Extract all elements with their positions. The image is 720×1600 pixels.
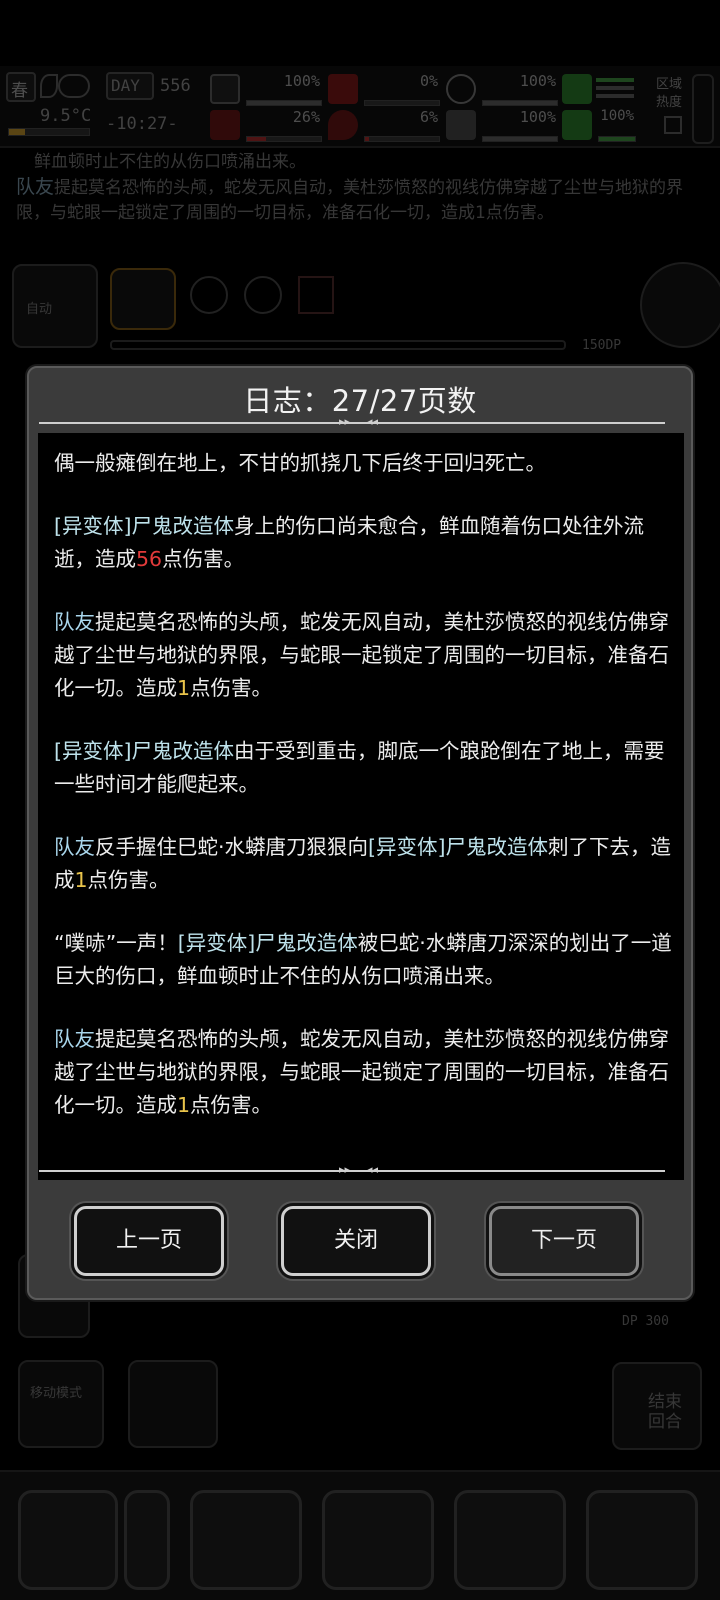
bottom-divider: ▸▸ ◂◂ <box>39 1163 665 1176</box>
log-text: 点伤害。 <box>162 547 245 571</box>
log-red-text: 56 <box>136 547 163 571</box>
top-divider: ▸▸ ◂◂ <box>39 415 665 428</box>
log-content-area[interactable]: 偶一般瘫倒在地上，不甘的抓挠几下后终于回归死亡。 [异变体]尸鬼改造体身上的伤口尚… <box>38 433 684 1180</box>
log-entry: 队友提起莫名恐怖的头颅，蛇发无风自动，美杜莎愤怒的视线仿佛穿越了尘世与地狱的界限… <box>54 606 672 705</box>
log-tag-text: [异变体]尸鬼改造体 <box>368 835 549 859</box>
log-text: “噗哧”一声！ <box>54 931 178 955</box>
log-text: 提起莫名恐怖的头颅，蛇发无风自动，美杜莎愤怒的视线仿佛穿越了尘世与地狱的界限，与… <box>54 1027 669 1117</box>
log-gold-text: 1 <box>74 868 88 892</box>
log-dialog: 日志：27/27页数 ▸▸ ◂◂ 偶一般瘫倒在地上，不甘的抓挠几下后终于回归死亡。… <box>27 366 693 1300</box>
log-text: 点伤害。 <box>87 868 170 892</box>
next-page-button[interactable]: 下一页 <box>489 1206 639 1276</box>
log-text: 反手握住巳蛇·水蟒唐刀狠狠向 <box>95 835 369 859</box>
log-text: 偶一般瘫倒在地上，不甘的抓挠几下后终于回归死亡。 <box>54 451 546 475</box>
log-entries: 偶一般瘫倒在地上，不甘的抓挠几下后终于回归死亡。 [异变体]尸鬼改造体身上的伤口尚… <box>54 447 672 1152</box>
log-gold-text: 1 <box>177 676 191 700</box>
log-tag-text: [异变体]尸鬼改造体 <box>54 739 234 763</box>
log-tag-text: [异变体]尸鬼改造体 <box>177 931 358 955</box>
log-tag-text: [异变体]尸鬼改造体 <box>54 514 234 538</box>
log-entry: 偶一般瘫倒在地上，不甘的抓挠几下后终于回归死亡。 <box>54 447 672 480</box>
dialog-title: 日志：27/27页数 <box>243 384 477 418</box>
log-entry: 队友提起莫名恐怖的头颅，蛇发无风自动，美杜莎愤怒的视线仿佛穿越了尘世与地狱的界限… <box>54 1023 672 1122</box>
log-team-text: 队友 <box>54 610 95 634</box>
log-entry: [异变体]尸鬼改造体身上的伤口尚未愈合，鲜血随着伤口处往外流逝，造成56点伤害。 <box>54 510 672 576</box>
log-entry: “噗哧”一声！[异变体]尸鬼改造体被巳蛇·水蟒唐刀深深的划出了一道巨大的伤口，鲜… <box>54 927 672 993</box>
close-button[interactable]: 关闭 <box>281 1206 431 1276</box>
log-team-text: 队友 <box>54 1027 95 1051</box>
log-text: 提起莫名恐怖的头颅，蛇发无风自动，美杜莎愤怒的视线仿佛穿越了尘世与地狱的界限，与… <box>54 610 669 700</box>
log-text: 点伤害。 <box>190 676 273 700</box>
log-text: 点伤害。 <box>190 1093 273 1117</box>
log-entry: [异变体]尸鬼改造体由于受到重击，脚底一个踉跄倒在了地上，需要一些时间才能爬起来… <box>54 735 672 801</box>
prev-page-button[interactable]: 上一页 <box>74 1206 224 1276</box>
log-entry: 队友反手握住巳蛇·水蟒唐刀狠狠向[异变体]尸鬼改造体刺了下去，造成1点伤害。 <box>54 831 672 897</box>
log-gold-text: 1 <box>177 1093 191 1117</box>
log-team-text: 队友 <box>54 835 95 859</box>
